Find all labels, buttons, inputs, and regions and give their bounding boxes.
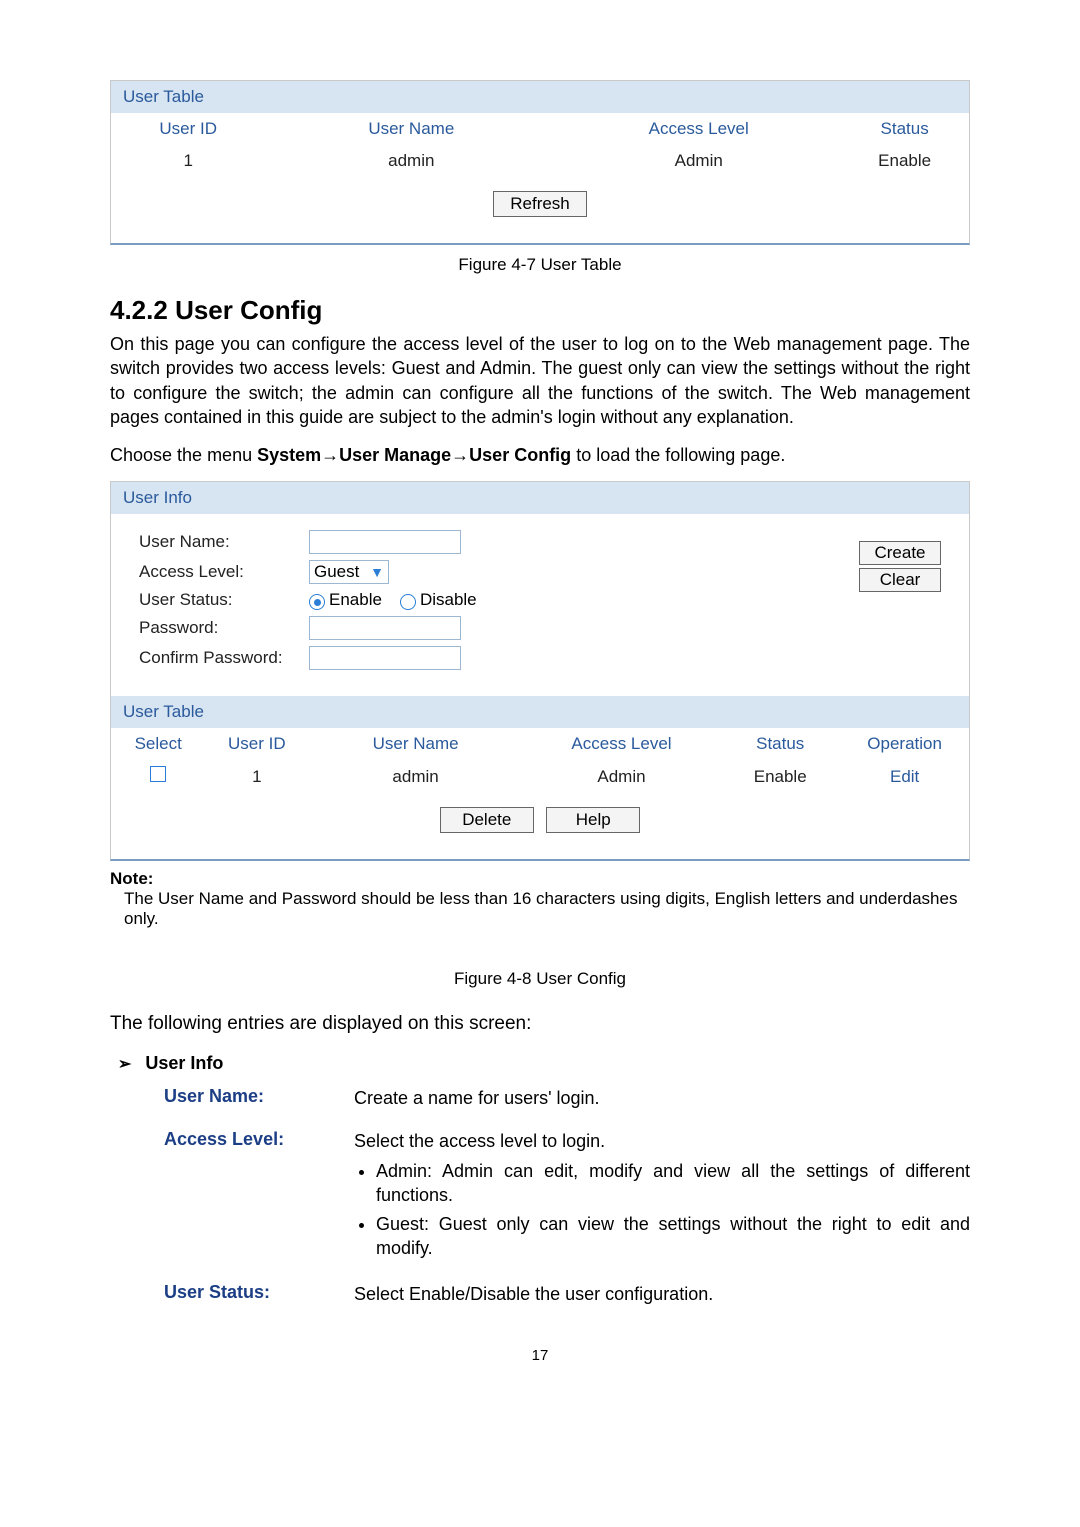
desc-bullet-admin: Admin: Admin can edit, modify and view a… [376,1159,970,1208]
refresh-button[interactable]: Refresh [493,191,587,217]
th-userid: User ID [111,113,265,145]
clear-button[interactable]: Clear [859,568,941,592]
select-value: Guest [314,562,359,582]
desc-term-username: User Name: [164,1086,354,1110]
label-accesslevel: Access Level: [139,562,309,582]
cell-status: Enable [840,145,969,177]
th-status: Status [840,113,969,145]
table-row: 1 admin Admin Enable [111,145,969,177]
cell-access: Admin [557,145,840,177]
cell-status: Enable [720,760,840,793]
cell-access: Admin [523,760,720,793]
username-input[interactable] [309,530,461,554]
create-button[interactable]: Create [859,541,941,565]
th-access: Access Level [523,728,720,760]
th-userid: User ID [205,728,308,760]
entries-intro: The following entries are displayed on t… [110,1013,970,1035]
figure-caption-7: Figure 4-7 User Table [110,255,970,275]
row-checkbox[interactable] [150,766,166,782]
menu-path-line: Choose the menu System→User Manage→User … [110,443,970,467]
label-password: Password: [139,618,309,638]
user-table-2: Select User ID User Name Access Level St… [111,728,969,793]
desc-def-accesslevel-text: Select the access level to login. [354,1131,605,1151]
help-button[interactable]: Help [546,807,640,833]
table-row: 1 admin Admin Enable Edit [111,760,969,793]
edit-link[interactable]: Edit [890,767,919,786]
confirm-password-input[interactable] [309,646,461,670]
page-number: 17 [110,1347,970,1364]
menu-path: System→User Manage→User Config [257,445,571,465]
figure-caption-8: Figure 4-8 User Config [110,969,970,989]
menu-post: to load the following page. [571,445,785,465]
radio-disable-label: Disable [420,590,477,610]
cell-username: admin [265,145,557,177]
label-userstatus: User Status: [139,590,309,610]
cell-userid: 1 [111,145,265,177]
section-number: 4.2.2 [110,295,168,325]
desc-section-head: ➢ User Info [118,1053,970,1074]
chevron-right-icon: ➢ [118,1054,131,1074]
th-select: Select [111,728,205,760]
label-confirm: Confirm Password: [139,648,309,668]
desc-def-accesslevel: Select the access level to login. Admin:… [354,1129,970,1264]
note-title: Note: [110,869,970,889]
note-block: Note: The User Name and Password should … [110,869,970,929]
desc-bullet-guest: Guest: Guest only can view the settings … [376,1212,970,1261]
section-title: User Config [175,295,322,325]
desc-def-userstatus: Select Enable/Disable the user configura… [354,1282,970,1306]
desc-def-username: Create a name for users' login. [354,1086,970,1110]
user-info-panel: User Info User Name: Access Level: Guest… [110,481,970,861]
radio-disable[interactable] [400,594,416,610]
chevron-down-icon: ▼ [370,564,384,580]
label-username: User Name: [139,532,309,552]
user-table-panel-1: User Table User ID User Name Access Leve… [110,80,970,245]
note-text: The User Name and Password should be les… [124,889,970,929]
user-table-1: User ID User Name Access Level Status 1 … [111,113,969,177]
desc-section-title: User Info [145,1053,223,1074]
radio-enable[interactable] [309,594,325,610]
desc-term-accesslevel: Access Level: [164,1129,354,1264]
menu-pre: Choose the menu [110,445,257,465]
panel-title: User Table [111,81,969,113]
cell-username: admin [308,760,523,793]
th-username: User Name [265,113,557,145]
delete-button[interactable]: Delete [440,807,534,833]
panel-title: User Info [111,482,969,514]
th-operation: Operation [840,728,969,760]
th-username: User Name [308,728,523,760]
panel-title: User Table [111,696,969,728]
th-access: Access Level [557,113,840,145]
desc-term-userstatus: User Status: [164,1282,354,1306]
cell-userid: 1 [205,760,308,793]
password-input[interactable] [309,616,461,640]
section-heading: 4.2.2 User Config [110,295,970,326]
access-level-select[interactable]: Guest ▼ [309,560,389,584]
paragraph-intro: On this page you can configure the acces… [110,332,970,429]
radio-enable-label: Enable [329,590,382,610]
th-status: Status [720,728,840,760]
